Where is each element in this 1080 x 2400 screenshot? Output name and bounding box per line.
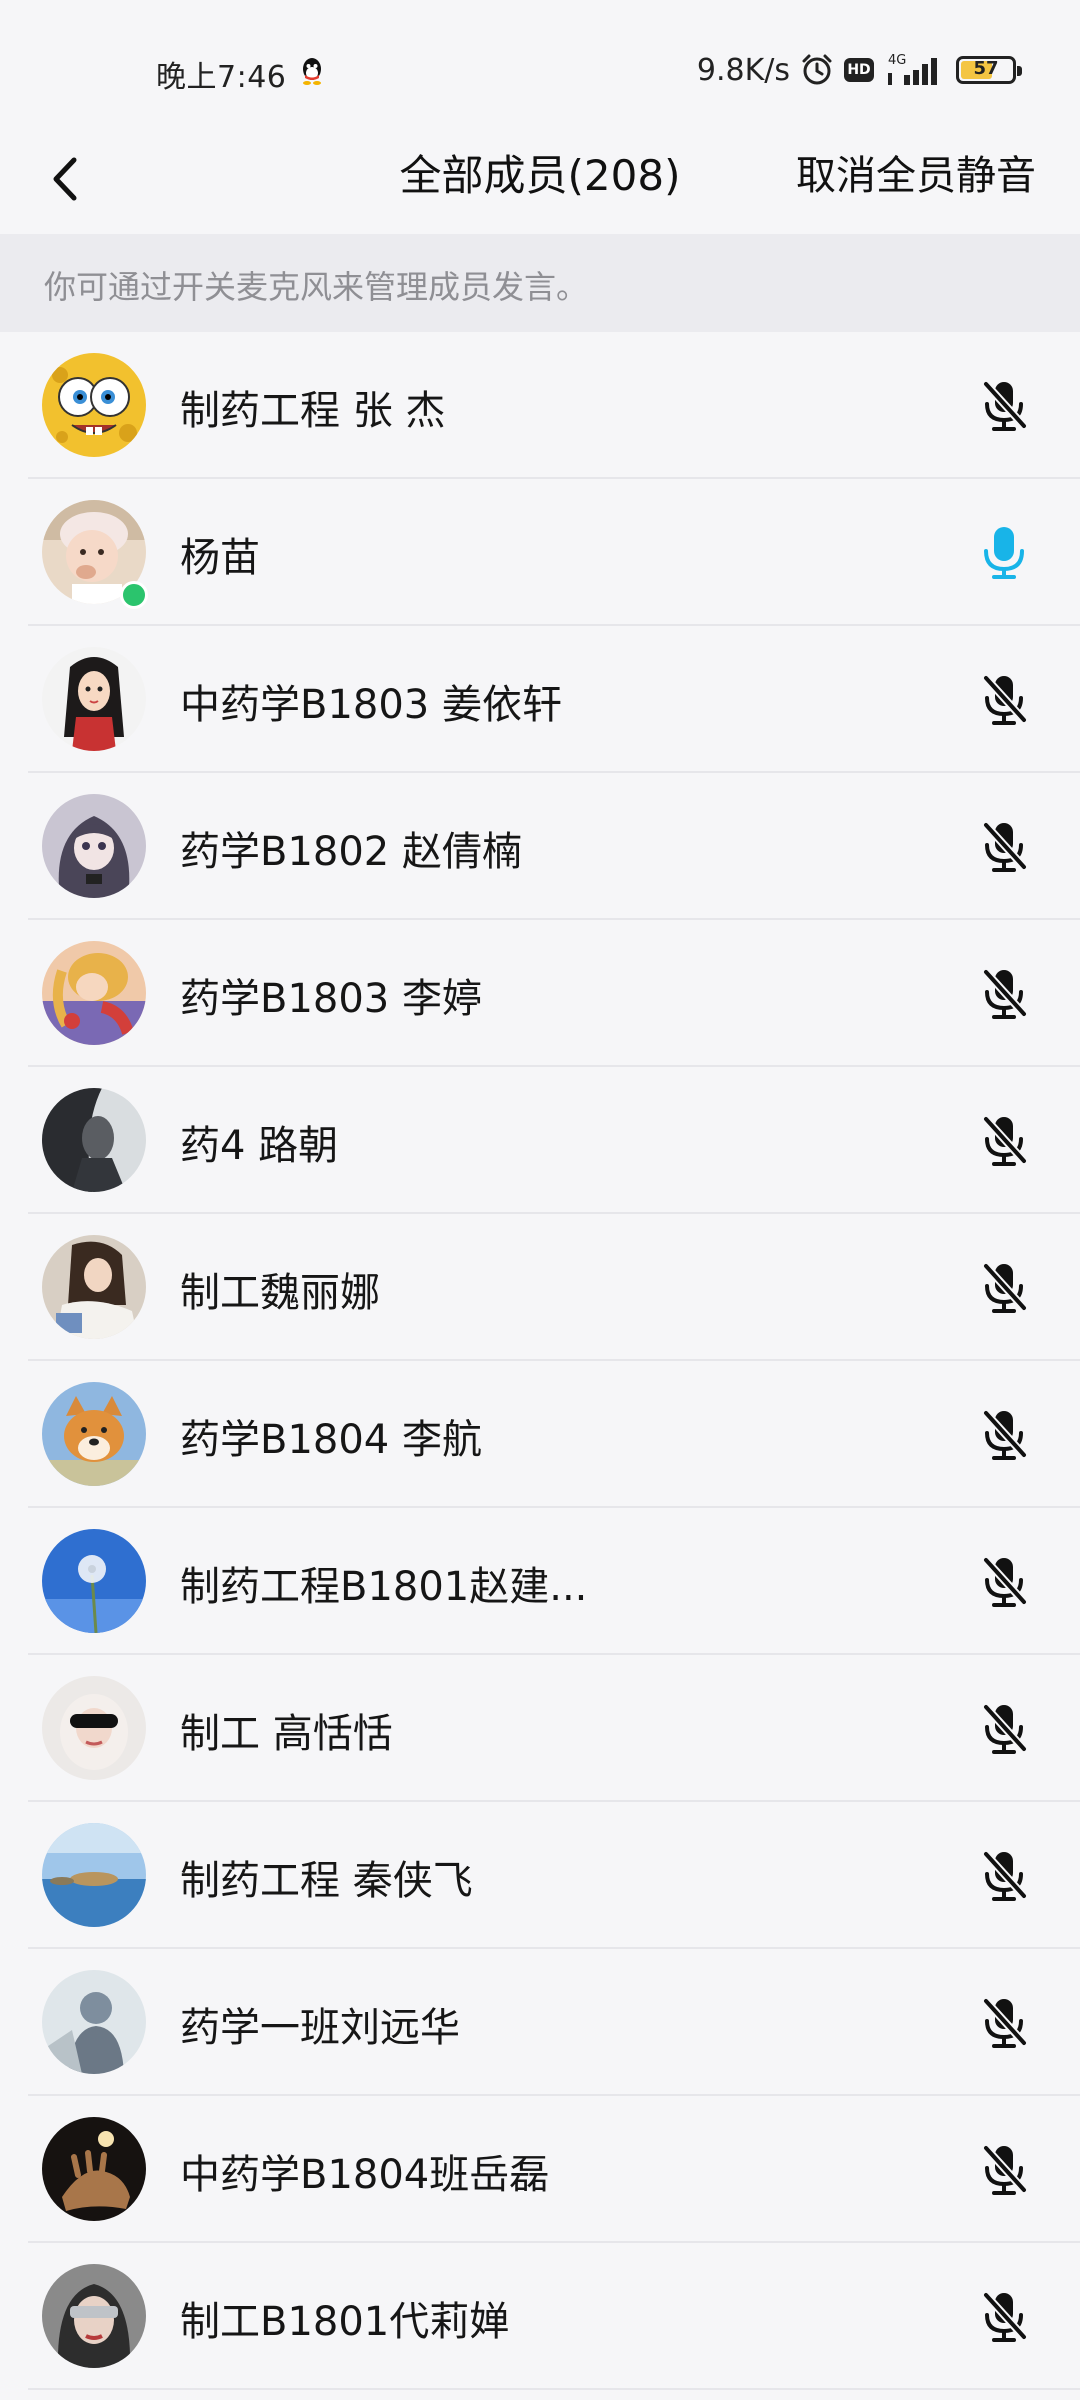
member-row[interactable]: 药学一班刘远华 [0,1949,1080,2096]
signal-4g-icon: 4G [888,53,937,85]
header: 全部成员(208) 取消全员静音 [0,132,1080,232]
mic-muted-icon[interactable] [974,817,1034,877]
member-row[interactable]: 药学B1804 李航 [0,1361,1080,1508]
mic-muted-icon[interactable] [974,376,1034,436]
member-row[interactable]: 制药工程B1801赵建... [0,1508,1080,1655]
mic-on-icon[interactable] [974,523,1034,583]
member-row[interactable]: 药4 路朝 [0,1067,1080,1214]
member-row[interactable]: 中药学B1804班岳磊 [0,2096,1080,2243]
avatar[interactable] [42,1970,146,2074]
svg-text:4G: 4G [888,53,906,68]
mic-muted-icon[interactable] [974,2287,1034,2347]
member-row[interactable]: 制工B1801代莉婵 [0,2243,1080,2390]
mic-muted-icon[interactable] [974,1699,1034,1759]
tip-text: 你可通过开关麦克风来管理成员发言。 [44,268,589,306]
member-name: 制工 高恬恬 [180,1711,393,1757]
member-name: 中药学B1804班岳磊 [180,2152,550,2198]
net-speed: 9.8K/s [696,52,790,88]
member-row[interactable]: 杨苗 [0,479,1080,626]
avatar[interactable] [42,353,146,457]
avatar[interactable] [42,647,146,751]
avatar[interactable] [42,794,146,898]
alarm-clock-icon [802,54,832,85]
member-row[interactable]: 制工魏丽娜 [0,1214,1080,1361]
member-name: 制工B1801代莉婵 [180,2299,510,2345]
hd-icon: HD [844,58,874,82]
member-name: 杨苗 [180,535,260,581]
battery-level: 57 [973,58,999,79]
member-name: 制药工程 秦侠飞 [180,1858,473,1904]
status-indicators: 9.8K/s HD 4G 57 [696,50,1022,90]
avatar[interactable] [42,2117,146,2221]
member-name: 制工魏丽娜 [180,1270,380,1316]
tip-bar: 你可通过开关麦克风来管理成员发言。 [0,234,1080,332]
mic-muted-icon[interactable] [974,1552,1034,1612]
mic-muted-icon[interactable] [974,670,1034,730]
mic-muted-icon[interactable] [974,1111,1034,1171]
qq-icon [303,58,321,85]
member-name: 中药学B1803 姜依轩 [180,682,562,728]
member-name: 制药工程B1801赵建... [180,1564,588,1610]
member-name: 制药工程 张 杰 [180,388,446,434]
avatar[interactable] [42,1088,146,1192]
avatar[interactable] [42,1529,146,1633]
member-list: 制药工程 张 杰 杨苗 中药学B1803 姜依轩 药学B1802 赵倩楠 药学B… [0,332,1080,2390]
status-bar: 晚上7:46 9.8K/s HD 4G 57 [0,0,1080,132]
member-name: 药4 路朝 [180,1123,339,1169]
member-name: 药学B1804 李航 [180,1417,482,1463]
battery-icon: 57 [956,56,1022,84]
member-row[interactable]: 药学B1802 赵倩楠 [0,773,1080,920]
member-row[interactable]: 药学B1803 李婷 [0,920,1080,1067]
avatar[interactable] [42,1382,146,1486]
avatar[interactable] [42,941,146,1045]
avatar[interactable] [42,2264,146,2368]
member-name: 药学B1802 赵倩楠 [180,829,522,875]
member-row[interactable]: 制工 高恬恬 [0,1655,1080,1802]
mic-muted-icon[interactable] [974,2140,1034,2200]
unmute-all-button[interactable]: 取消全员静音 [796,144,1036,208]
member-name: 药学B1803 李婷 [180,976,482,1022]
member-name: 药学一班刘远华 [180,2005,460,2051]
speaking-badge-icon [120,581,148,609]
mic-muted-icon[interactable] [974,1258,1034,1318]
member-row[interactable]: 制药工程 张 杰 [0,332,1080,479]
avatar[interactable] [42,1235,146,1339]
member-row[interactable]: 中药学B1803 姜依轩 [0,626,1080,773]
status-time: 晚上7:46 [156,60,287,95]
mic-muted-icon[interactable] [974,1405,1034,1465]
avatar[interactable] [42,1676,146,1780]
mic-muted-icon[interactable] [974,1993,1034,2053]
mic-muted-icon[interactable] [974,964,1034,1024]
member-row[interactable]: 制药工程 秦侠飞 [0,1802,1080,1949]
mic-muted-icon[interactable] [974,1846,1034,1906]
avatar[interactable] [42,1823,146,1927]
